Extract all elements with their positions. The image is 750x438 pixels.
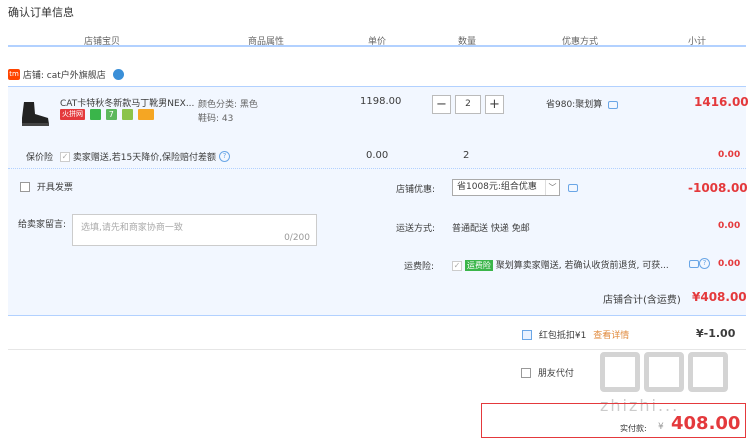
quantity-decrease-button[interactable]: − <box>432 95 451 114</box>
wangwang-chat-icon[interactable] <box>112 69 124 80</box>
red-packet-option: 红包抵扣¥1 查看详情 <box>522 328 629 341</box>
red-packet-checkbox[interactable] <box>522 329 532 340</box>
help-icon[interactable]: ? <box>218 151 230 162</box>
insurance-subtotal: 0.00 <box>718 150 741 160</box>
message-counter: 0/200 <box>284 233 310 243</box>
quantity-increase-button[interactable]: + <box>485 95 504 114</box>
shipping-amount: 0.00 <box>718 221 741 231</box>
message-label: 给卖家留言: <box>18 220 67 230</box>
shipping-label: 运送方式: <box>396 224 436 234</box>
pay-currency: ¥ <box>658 422 664 432</box>
chevron-down-icon: ﹀ <box>545 180 559 195</box>
freight-insurance-label: 运费险: <box>404 262 435 272</box>
item-discount: 省980:聚划算 <box>546 97 619 110</box>
payment-summary: 实付款: ¥ 408.00 <box>481 403 746 438</box>
message-placeholder: 选填,请先和商家协商一致 <box>81 223 183 233</box>
freight-insurance-amount: 0.00 <box>718 259 741 269</box>
message-icon[interactable] <box>608 100 619 109</box>
friend-pay-checkbox[interactable] <box>521 367 531 378</box>
seven-day-return-icon: 7 <box>105 109 117 120</box>
item-discount-text: 省980:聚划算 <box>546 100 603 110</box>
guarantee-icon <box>121 109 133 120</box>
insurance-price: 0.00 <box>366 150 389 161</box>
huopin-badge: 火拼网 <box>60 109 85 120</box>
freight-message-icon[interactable] <box>689 260 699 268</box>
quantity-stepper: − 2 + <box>432 95 504 114</box>
shop-row: tm 店铺: cat户外旗舰店 <box>8 68 124 81</box>
page-title: 确认订单信息 <box>8 6 74 19</box>
freight-help-icon[interactable]: ? <box>699 258 710 269</box>
freight-insurance-text: 聚划算卖家赠送, 若确认收货前退货, 可获... <box>495 261 669 271</box>
insurance-label: 保价险 <box>26 153 54 163</box>
red-packet-row <box>8 316 746 350</box>
insurance-text: 卖家赠送,若15天降价,保险赔付差额 <box>72 153 217 163</box>
shop-name[interactable]: 店铺: cat户外旗舰店 <box>23 71 106 81</box>
insurance-option: ✓ 卖家赠送,若15天降价,保险赔付差额 ? <box>60 150 230 163</box>
shop-discount-select[interactable]: 省1008元:组合优惠 ﹀ <box>452 179 560 196</box>
tmall-badge-icon <box>89 109 101 120</box>
red-packet-details-link[interactable]: 查看详情 <box>593 331 629 341</box>
shop-discount-label: 店铺优惠: <box>396 185 436 195</box>
product-color-attr: 颜色分类: 黑色 <box>198 100 258 110</box>
product-image[interactable] <box>18 96 52 130</box>
freight-insurance-option: ✓ 运费险 聚划算卖家赠送, 若确认收货前退货, 可获... <box>452 258 669 271</box>
friend-pay-option: 朋友代付 <box>521 366 574 379</box>
invoice-label: 开具发票 <box>36 183 73 193</box>
item-subtotal: 1416.00 <box>694 95 749 109</box>
freight-insurance-tag: 运费险 <box>464 260 493 271</box>
red-packet-label: 红包抵扣¥1 <box>538 331 587 341</box>
card-pay-icon <box>137 109 154 120</box>
red-packet-amount: ¥-1.00 <box>696 327 736 340</box>
header-divider <box>8 45 746 47</box>
insurance-qty: 2 <box>463 150 470 161</box>
friend-pay-label: 朋友代付 <box>537 369 574 379</box>
freight-insurance-checkbox[interactable]: ✓ <box>452 260 462 271</box>
product-badges: 火拼网 7 <box>60 109 156 121</box>
invoice-option: 开具发票 <box>20 180 73 193</box>
tmall-icon: tm <box>8 69 20 80</box>
shop-discount-amount: -1008.00 <box>688 181 748 195</box>
quantity-input[interactable]: 2 <box>455 95 481 114</box>
product-size-attr: 鞋码: 43 <box>198 114 234 124</box>
pay-label: 实付款: <box>620 424 647 433</box>
shipping-method: 普通配送 快递 免邮 <box>452 224 530 234</box>
discount-message-icon[interactable] <box>568 184 578 192</box>
seller-message-input[interactable]: 选填,请先和商家协商一致 0/200 <box>72 214 317 246</box>
shop-total-amount: ¥408.00 <box>692 290 747 304</box>
pay-amount: 408.00 <box>671 413 741 434</box>
insurance-checkbox[interactable]: ✓ <box>60 151 70 162</box>
product-name-link[interactable]: CAT卡特秋冬新款马丁靴男NEX... <box>60 96 196 109</box>
shop-discount-selected: 省1008元:组合优惠 <box>457 182 537 192</box>
shop-total-label: 店铺合计(含运费) <box>603 295 681 306</box>
unit-price: 1198.00 <box>360 96 402 107</box>
invoice-checkbox[interactable] <box>20 181 30 192</box>
